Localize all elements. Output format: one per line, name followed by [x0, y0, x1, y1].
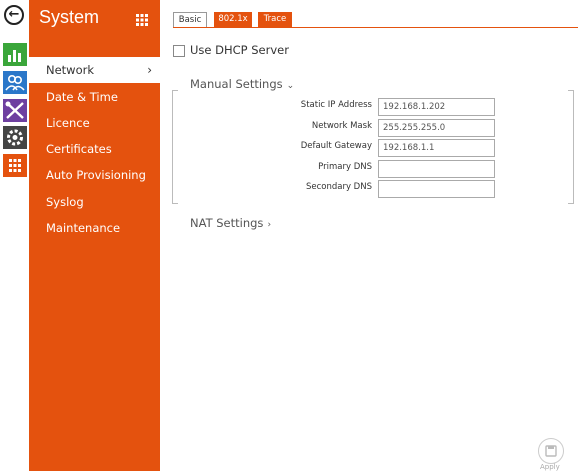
top-toolbar-fragment — [420, 0, 578, 3]
icon-rail: ← — [0, 0, 29, 475]
sidebar-item-label: Auto Provisioning — [46, 168, 146, 182]
field-label: Static IP Address — [300, 100, 372, 110]
apps-grid-icon[interactable] — [136, 11, 148, 30]
sidebar-item-certificates[interactable]: Certificates — [29, 136, 160, 162]
manual-settings-toggle[interactable]: Manual Settings ⌄ — [190, 77, 294, 91]
field-label: Secondary DNS — [305, 182, 372, 192]
chart-icon[interactable] — [3, 43, 27, 66]
apply-button[interactable] — [538, 438, 564, 464]
save-icon — [545, 445, 557, 457]
users-icon[interactable] — [3, 71, 27, 94]
sidebar-item-label: Certificates — [46, 142, 112, 156]
tab-underline — [173, 27, 578, 28]
sidebar-item-auto-provisioning[interactable]: Auto Provisioning — [29, 162, 160, 188]
sidebar-item-date-time[interactable]: Date & Time — [29, 84, 160, 110]
sidebar: System Network › Date & Time Licence Cer… — [29, 0, 160, 471]
field-label: Network Mask — [311, 121, 372, 131]
grid-icon[interactable] — [3, 154, 27, 177]
dhcp-checkbox[interactable] — [173, 45, 185, 57]
sidebar-item-licence[interactable]: Licence — [29, 110, 160, 136]
sidebar-item-network[interactable]: Network › — [29, 57, 160, 83]
apply-label: Apply — [540, 463, 560, 471]
dhcp-label: Use DHCP Server — [190, 43, 289, 57]
field-label: Primary DNS — [318, 162, 372, 172]
sidebar-item-syslog[interactable]: Syslog — [29, 189, 160, 215]
tab-trace[interactable]: Trace — [258, 12, 292, 27]
tab-802-1x[interactable]: 802.1x — [214, 12, 252, 27]
gear-icon[interactable] — [3, 126, 27, 149]
section-title: Manual Settings — [190, 77, 283, 91]
field-row-static-ip: Static IP Address — [250, 98, 495, 116]
sidebar-item-maintenance[interactable]: Maintenance — [29, 215, 160, 241]
tools-icon[interactable] — [3, 99, 27, 122]
sidebar-title: System — [39, 7, 100, 27]
chevron-down-icon: ⌄ — [286, 81, 295, 91]
sidebar-item-label: Syslog — [46, 195, 84, 209]
field-row-default-gateway: Default Gateway — [250, 139, 495, 157]
section-bracket-left — [172, 90, 178, 204]
static-ip-input[interactable] — [378, 98, 495, 116]
section-bracket-right — [568, 90, 574, 204]
sidebar-item-label: Network — [46, 63, 95, 77]
sidebar-item-label: Maintenance — [46, 221, 121, 235]
sidebar-item-label: Licence — [46, 116, 90, 130]
chevron-right-icon: › — [147, 63, 152, 77]
field-label: Default Gateway — [300, 141, 372, 151]
network-mask-input[interactable] — [378, 119, 495, 137]
field-row-secondary-dns: Secondary DNS — [250, 180, 495, 198]
nat-settings-toggle[interactable]: NAT Settings › — [190, 216, 271, 230]
secondary-dns-input[interactable] — [378, 180, 495, 198]
field-row-primary-dns: Primary DNS — [250, 160, 495, 178]
default-gateway-input[interactable] — [378, 139, 495, 157]
back-icon[interactable]: ← — [4, 5, 24, 25]
tab-basic[interactable]: Basic — [173, 12, 207, 27]
chevron-right-icon: › — [267, 220, 272, 230]
sidebar-item-label: Date & Time — [46, 90, 118, 104]
field-row-network-mask: Network Mask — [250, 119, 495, 137]
section-title: NAT Settings — [190, 216, 264, 230]
primary-dns-input[interactable] — [378, 160, 495, 178]
